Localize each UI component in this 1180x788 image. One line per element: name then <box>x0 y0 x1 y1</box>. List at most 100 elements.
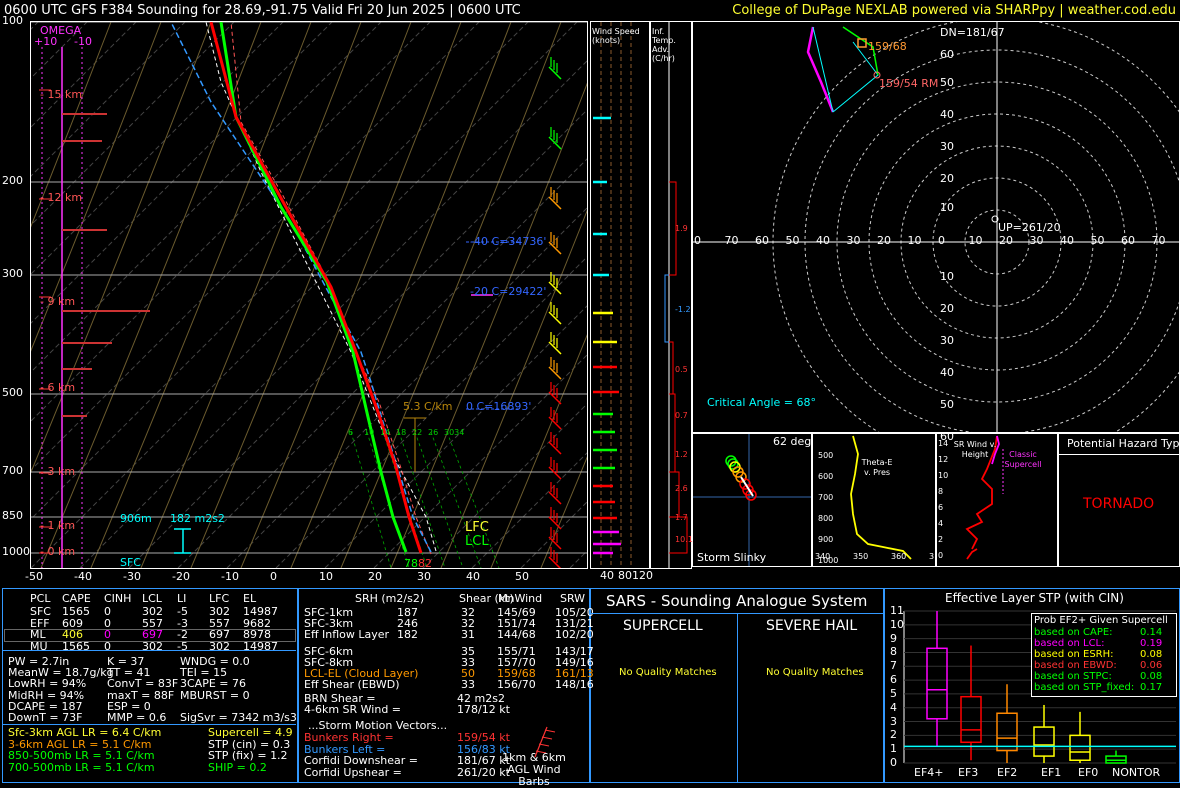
srw-y-tick-7: 0 <box>938 551 944 560</box>
wind-barb <box>548 136 562 150</box>
hodo-ring-label-up-2: 40 <box>940 108 954 121</box>
isotherm-line <box>31 22 333 324</box>
isotherm-line <box>569 550 587 568</box>
dry-adiabat <box>240 22 462 568</box>
stp-y-tick-10: 10 <box>890 617 904 631</box>
omega-tick-pos: +10 <box>34 35 58 48</box>
storm-slinky-plot <box>693 434 811 566</box>
theta-e-trace <box>850 435 912 560</box>
dry-adiabat <box>190 22 412 568</box>
stp-y-tick-5: 5 <box>890 686 897 700</box>
wind-barb <box>548 491 562 505</box>
parcel-header-3: LCL <box>142 592 162 605</box>
height-label-2: - 9 km <box>40 295 76 308</box>
temp-label-8: 30 <box>417 570 431 583</box>
wind-speed-panel <box>590 21 650 569</box>
sfc-label: SFC <box>120 556 141 569</box>
kin-header-3: SRW <box>560 592 586 605</box>
theta-y-tick-0: 500 <box>818 451 834 460</box>
hodograph-trace-lower <box>806 26 835 113</box>
temp-label-2: -30 <box>123 570 141 583</box>
stp-y-tick-8: 8 <box>890 645 897 659</box>
hodo-x-label-4: 40 <box>816 234 830 247</box>
stp-box <box>996 712 1018 752</box>
stp-category-0: EF4+ <box>914 766 944 779</box>
kin-row-label-2: Eff Inflow Layer <box>304 628 390 641</box>
kin-mnwind-6: 156/70 <box>497 678 536 691</box>
el-annotation: -40 C=34736' <box>470 235 547 248</box>
pressure-label-500: 500 <box>2 386 23 399</box>
height-label-5: - 1 km <box>40 519 76 532</box>
wind-barb <box>548 196 562 210</box>
kin-shear-2: 31 <box>461 628 475 641</box>
theta-x-tick-1: 350 <box>853 552 869 561</box>
right-mover: 159/54 RM <box>879 77 939 90</box>
wind-tick-120: 120 <box>632 569 653 582</box>
omega-tick-neg: -10 <box>74 35 92 48</box>
kin-header-2: MnWind <box>498 592 543 605</box>
thermo-separator <box>2 650 296 651</box>
hodo-ring-label-down-1: 20 <box>940 302 954 315</box>
height-label-4: - 3 km <box>40 465 76 478</box>
srw-y-tick-6: 2 <box>938 535 944 544</box>
hodo-ring-label-down-3: 40 <box>940 366 954 379</box>
parcel-header-1: CAPE <box>62 592 91 605</box>
temp-label-9: 40 <box>466 570 480 583</box>
hazard-value: TORNADO <box>1083 496 1155 512</box>
temp-label-6: 10 <box>319 570 333 583</box>
sfc-dew-label: 82 <box>418 557 432 570</box>
hodo-x-label-2: 60 <box>755 234 769 247</box>
sr-wind-label: SR Wind v. Height <box>953 440 997 459</box>
temp-adv-title: Inf. Temp. Adv.(C/hr) <box>652 27 676 63</box>
wind-tick-80: 80 <box>618 569 632 582</box>
lfc-label: LFC <box>465 520 489 535</box>
wind-speed-plot <box>593 22 632 568</box>
theta-x-tick-2: 360 <box>891 552 907 561</box>
pressure-label-700: 700 <box>2 464 23 477</box>
hodo-x-label-13: 50 <box>1090 234 1105 247</box>
motion-label-3: Corfidi Upshear = <box>304 765 402 779</box>
sars-title: SARS - Sounding Analogue System <box>606 592 868 610</box>
page-title: 0600 UTC GFS F384 Sounding for 28.69,-91… <box>4 3 521 18</box>
dry-adiabat <box>140 22 362 568</box>
srw-y-tick-0: 14 <box>938 439 949 448</box>
theta-y-tick-1: 600 <box>818 472 834 481</box>
parcel-header-6: EL <box>243 592 257 605</box>
parcel-header-5: LFC <box>209 592 230 605</box>
kin-srw-2: 102/20 <box>555 628 594 641</box>
hodo-x-label-7: 10 <box>907 234 922 247</box>
temp-adv-bar <box>664 274 669 343</box>
stp-legend-label-5: based on STP_fixed: <box>1034 682 1135 693</box>
theta-x-tick-3: 3 <box>929 552 935 561</box>
index-c1-5: DownT = 73F <box>8 711 83 724</box>
temperature-trace <box>209 22 423 554</box>
temp-label-7: 20 <box>368 570 382 583</box>
kin-srw-6: 148/16 <box>555 678 594 691</box>
sfc-height-label: 906m <box>120 512 152 525</box>
stp-y-tick-3: 3 <box>890 714 897 728</box>
mini-barb-flag <box>544 729 556 733</box>
hodo-x-label-11: 30 <box>1029 234 1044 247</box>
sr-wind-46-value: 178/12 kt <box>457 703 510 716</box>
kin-srh-2: 182 <box>397 628 418 641</box>
sars-hail-title: SEVERE HAIL <box>766 618 858 634</box>
slinky-deg: 62 deg <box>773 435 812 448</box>
stp-y-tick-11: 11 <box>890 604 904 617</box>
wind-barb <box>548 466 562 480</box>
pressure-label-100: 100 <box>2 14 23 27</box>
mini-barb-flag <box>538 743 550 747</box>
hodo-x-label-12: 40 <box>1060 234 1074 247</box>
lapse-annotation: 5.3 C/km <box>403 400 453 413</box>
wind-speed-title: Wind Speed (knots) <box>592 27 640 45</box>
wetbulb-tick-5: 26 <box>428 428 439 437</box>
sars-supercell-result: No Quality Matches <box>619 667 717 678</box>
srw-y-tick-5: 4 <box>938 519 944 528</box>
parcel-header-2: CINH <box>104 592 132 605</box>
hodo-ring-label-down-0: 10 <box>940 270 954 283</box>
theta-y-tick-2: 700 <box>818 493 834 502</box>
wind-barb <box>548 341 562 355</box>
storm-slinky-panel <box>692 433 812 567</box>
stp-legend-value-5: 0.17 <box>1140 682 1163 693</box>
pressure-label-850: 850 <box>2 509 23 522</box>
hodo-ring-label-down-4: 50 <box>940 398 954 411</box>
